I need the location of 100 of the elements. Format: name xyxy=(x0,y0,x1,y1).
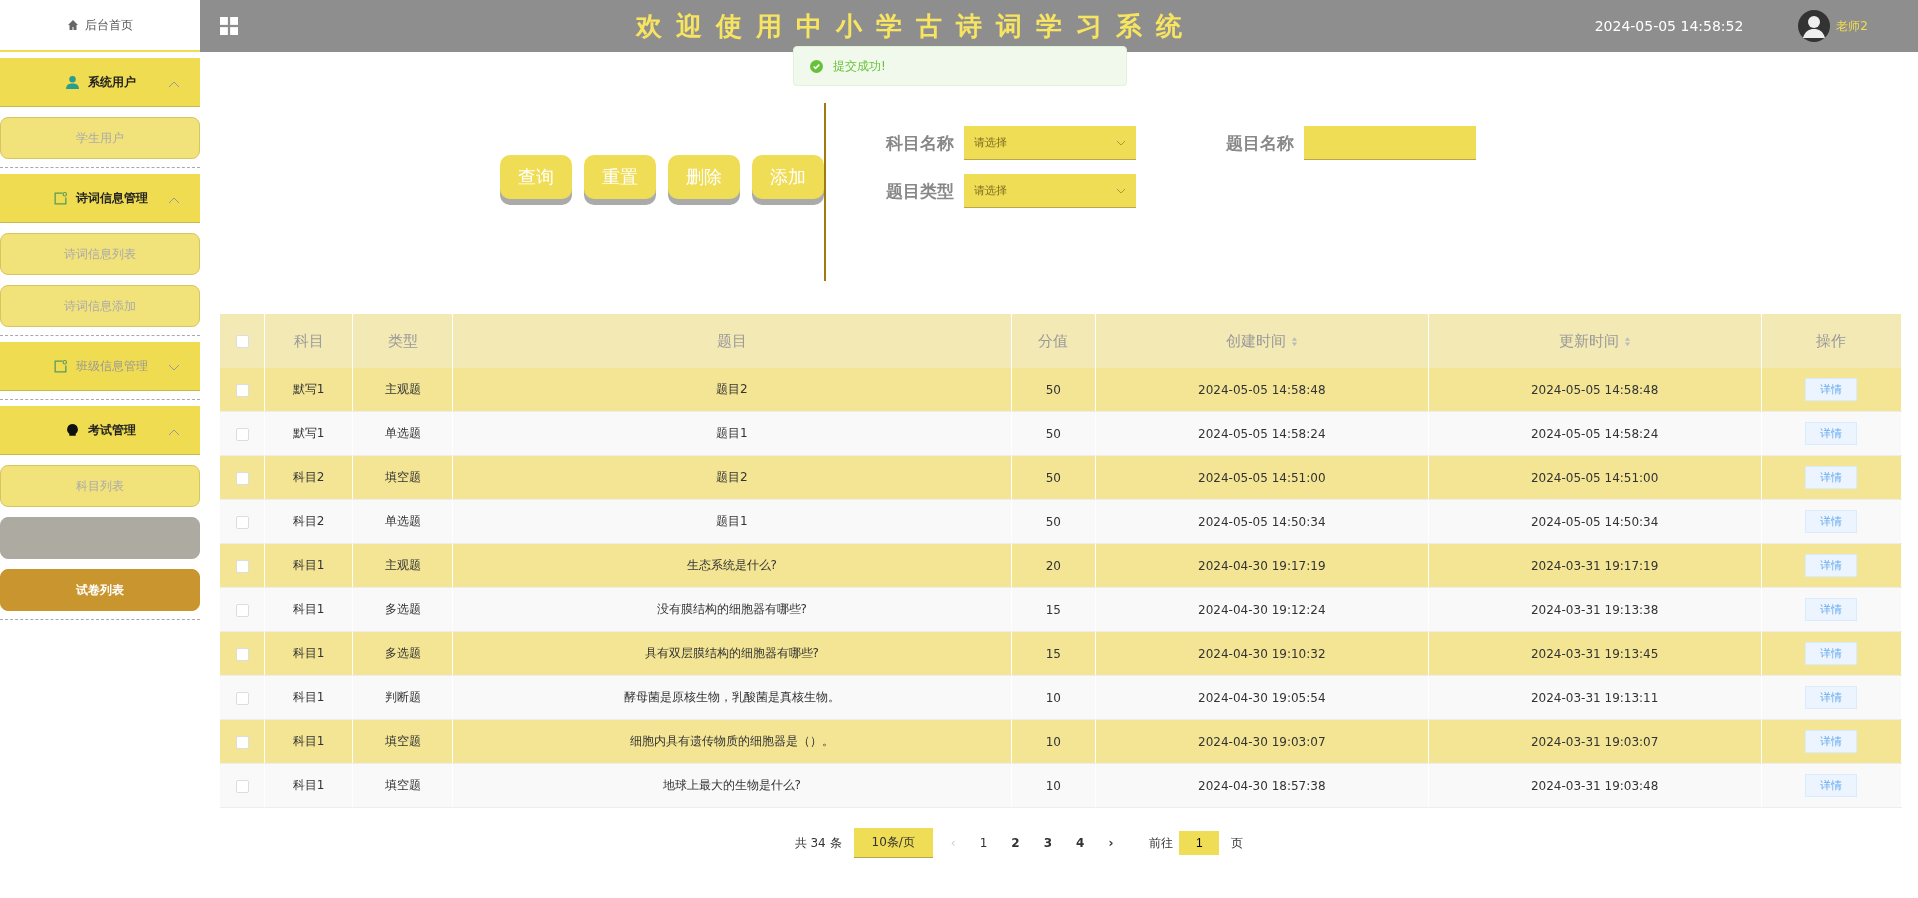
table-cell: 15 xyxy=(1011,631,1096,676)
menu-item[interactable]: 诗词信息列表 xyxy=(0,233,200,275)
checkbox[interactable] xyxy=(235,735,249,749)
table-cell: 50 xyxy=(1011,455,1096,500)
datetime: 2024-05-05 14:58:52 xyxy=(1594,18,1744,34)
menu-item[interactable]: 学生用户 xyxy=(0,117,200,159)
select-field[interactable]: 请选择 xyxy=(964,174,1136,208)
sort-icon[interactable] xyxy=(1623,335,1631,347)
page-number[interactable]: 2 xyxy=(1005,836,1026,850)
checkbox[interactable] xyxy=(235,603,249,617)
table-cell: 10 xyxy=(1011,763,1096,808)
table-cell: 单选题 xyxy=(352,499,453,544)
table-cell: 2024-03-31 19:03:07 xyxy=(1428,719,1762,764)
avatar-icon[interactable] xyxy=(1798,10,1831,42)
table-cell: 填空题 xyxy=(352,763,453,808)
table-cell: 酵母菌是原核生物，乳酸菌是真核生物。 xyxy=(452,675,1012,720)
page-unit: 页 xyxy=(1231,834,1244,852)
page-input[interactable]: 1 xyxy=(1179,831,1220,855)
user-icon xyxy=(64,74,80,90)
caret-icon xyxy=(168,196,180,204)
check-icon xyxy=(810,59,823,73)
table-cell: 2024-05-05 14:50:34 xyxy=(1428,499,1762,544)
input-field[interactable] xyxy=(1304,126,1476,160)
details-button[interactable]: 详情 xyxy=(1805,378,1858,401)
column-header[interactable]: 更新时间 xyxy=(1428,314,1762,368)
table-cell: 判断题 xyxy=(352,675,453,720)
menu-group[interactable]: 诗词信息管理 xyxy=(0,174,200,223)
table-cell: 2024-04-30 19:03:07 xyxy=(1095,719,1429,764)
checkbox[interactable] xyxy=(235,779,249,793)
page-number[interactable]: 3 xyxy=(1037,836,1059,850)
menu-item[interactable] xyxy=(0,517,200,559)
table-cell: 2024-05-05 14:51:00 xyxy=(1095,455,1429,500)
details-button[interactable]: 详情 xyxy=(1805,422,1858,445)
details-button[interactable]: 详情 xyxy=(1805,642,1858,665)
table-cell: 2024-04-30 19:10:32 xyxy=(1095,631,1429,676)
table-cell: 题目2 xyxy=(452,368,1012,412)
checkbox[interactable] xyxy=(235,647,249,661)
table-cell: 50 xyxy=(1011,499,1096,544)
page-size-select[interactable]: 10条/页 xyxy=(853,828,933,858)
details-button[interactable]: 详情 xyxy=(1805,686,1858,709)
caret-icon xyxy=(168,428,180,436)
caret-icon xyxy=(168,364,180,372)
checkbox[interactable] xyxy=(235,383,249,397)
goto-label: 前往 xyxy=(1149,834,1174,852)
prev-page-button[interactable]: ‹ xyxy=(944,836,962,850)
user-name[interactable]: 老师2 xyxy=(1836,17,1868,35)
checkbox[interactable] xyxy=(235,559,249,573)
table-cell: 细胞内具有遗传物质的细胞器是（）。 xyxy=(452,719,1012,764)
next-page-button[interactable]: › xyxy=(1102,836,1120,850)
table-cell: 2024-03-31 19:13:38 xyxy=(1428,587,1762,632)
menu-item[interactable]: 科目列表 xyxy=(0,465,200,507)
table-cell: 主观题 xyxy=(352,543,453,588)
menu-item[interactable]: 诗词信息添加 xyxy=(0,285,200,327)
bulb-icon xyxy=(64,422,80,438)
select-field[interactable]: 请选择 xyxy=(964,126,1136,160)
table-cell: 2024-03-31 19:03:48 xyxy=(1428,763,1762,808)
checkbox[interactable] xyxy=(235,515,249,529)
sort-icon[interactable] xyxy=(1290,335,1298,347)
checkbox[interactable] xyxy=(235,471,249,485)
page-number[interactable]: 1 xyxy=(973,836,994,850)
table-cell: 具有双层膜结构的细胞器有哪些? xyxy=(452,631,1012,676)
page-number[interactable]: 4 xyxy=(1070,836,1091,850)
details-button[interactable]: 详情 xyxy=(1805,554,1858,577)
table-cell: 2024-04-30 19:12:24 xyxy=(1095,587,1429,632)
filter-label: 科目名称 xyxy=(886,131,954,155)
caret-icon xyxy=(1116,188,1126,194)
details-button[interactable]: 详情 xyxy=(1805,466,1858,489)
grid-icon[interactable] xyxy=(220,17,238,35)
table-cell: 科目1 xyxy=(264,543,353,588)
column-header[interactable]: 创建时间 xyxy=(1095,314,1429,368)
menu-item[interactable]: 试卷列表 xyxy=(0,569,200,611)
column-header: 操作 xyxy=(1761,314,1902,368)
details-button[interactable]: 详情 xyxy=(1805,730,1858,753)
table-cell: 科目1 xyxy=(264,763,353,808)
table-cell: 10 xyxy=(1011,675,1096,720)
home-icon xyxy=(67,19,79,31)
table-cell: 科目1 xyxy=(264,631,353,676)
table-cell: 2024-03-31 19:17:19 xyxy=(1428,543,1762,588)
column-header: 分值 xyxy=(1011,314,1096,368)
details-button[interactable]: 详情 xyxy=(1805,598,1858,621)
table-cell: 填空题 xyxy=(352,455,453,500)
table-cell: 50 xyxy=(1011,411,1096,456)
column-header: 科目 xyxy=(264,314,353,368)
menu-group[interactable]: 系统用户 xyxy=(0,58,200,107)
filter-label: 题目名称 xyxy=(1226,131,1294,155)
table-cell: 20 xyxy=(1011,543,1096,588)
table-cell: 2024-04-30 19:05:54 xyxy=(1095,675,1429,720)
note-icon xyxy=(52,358,68,374)
details-button[interactable]: 详情 xyxy=(1805,774,1858,797)
menu-group[interactable]: 考试管理 xyxy=(0,406,200,455)
checkbox[interactable] xyxy=(235,427,249,441)
checkbox[interactable] xyxy=(235,335,249,348)
checkbox[interactable] xyxy=(235,691,249,705)
caret-icon xyxy=(168,80,180,88)
total-count: 共 34 条 xyxy=(794,834,842,852)
details-button[interactable]: 详情 xyxy=(1805,510,1858,533)
caret-icon xyxy=(1116,140,1126,146)
table-cell: 2024-05-05 14:50:34 xyxy=(1095,499,1429,544)
table-cell: 填空题 xyxy=(352,719,453,764)
system-title: 欢迎使用中小学古诗词学习系统 xyxy=(634,9,1198,43)
